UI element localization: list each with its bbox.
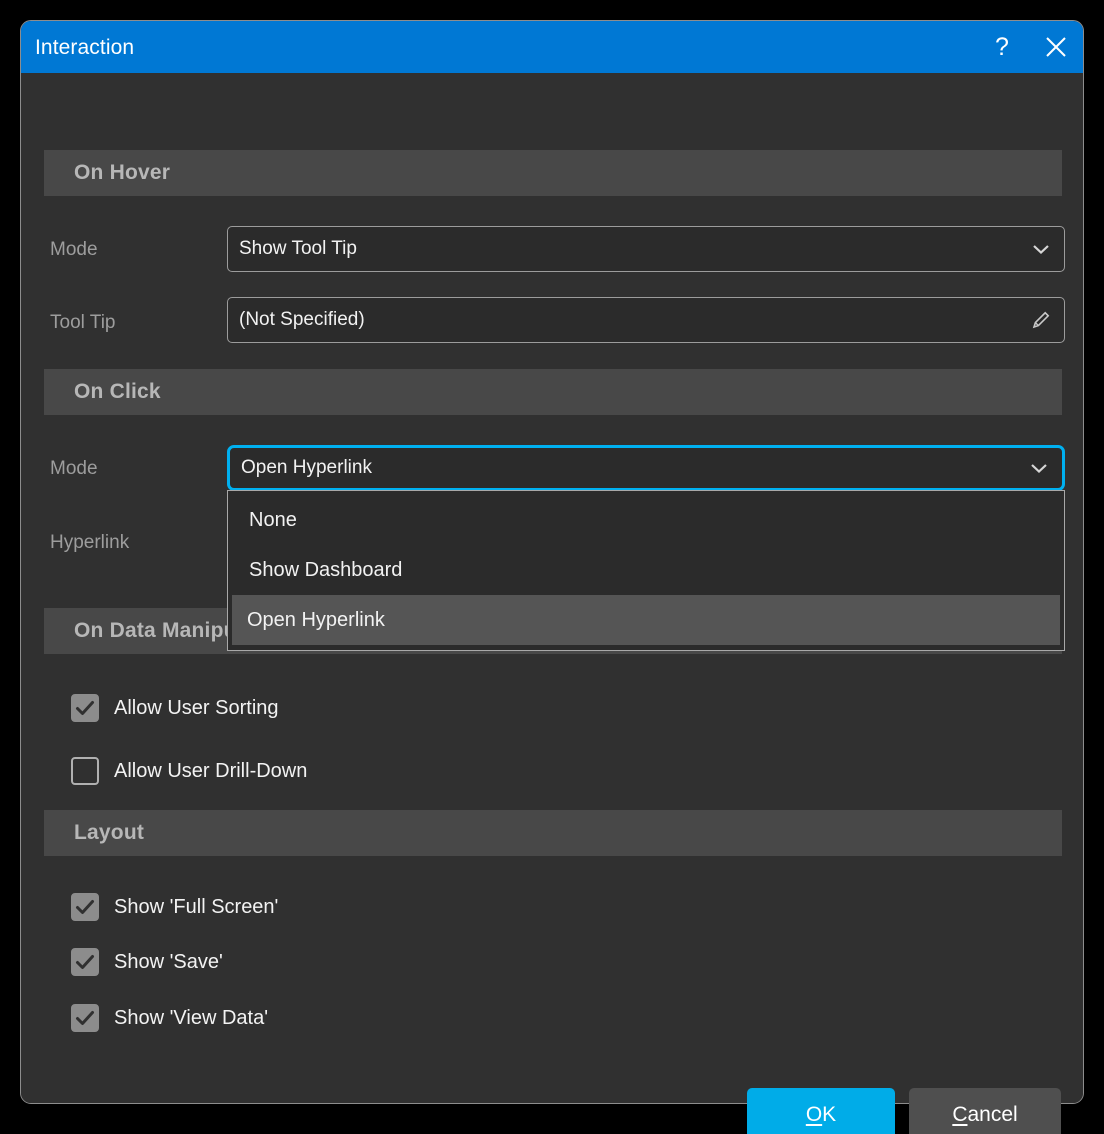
dialog-body: On Hover Mode Show Tool Tip Tool Tip (No… bbox=[21, 73, 1083, 1103]
checkbox-allow-user-sorting[interactable]: Allow User Sorting bbox=[71, 694, 279, 722]
dropdown-option-open-hyperlink[interactable]: Open Hyperlink bbox=[232, 595, 1060, 645]
click-mode-value: Open Hyperlink bbox=[241, 457, 1026, 479]
pencil-edit-icon[interactable] bbox=[1028, 309, 1054, 331]
ok-rest: K bbox=[822, 1103, 836, 1126]
cancel-accel: C bbox=[952, 1103, 967, 1126]
help-button[interactable]: ? bbox=[975, 21, 1029, 73]
checkbox-allow-user-drill-down[interactable]: Allow User Drill-Down bbox=[71, 757, 307, 785]
checkbox-show-view-data[interactable]: Show 'View Data' bbox=[71, 1004, 268, 1032]
hover-mode-combobox[interactable]: Show Tool Tip bbox=[227, 226, 1065, 272]
section-title-on-click: On Click bbox=[74, 380, 161, 404]
screen: Interaction ? On Hover Mode Show Tool Ti… bbox=[0, 0, 1104, 1134]
dropdown-option-show-dashboard[interactable]: Show Dashboard bbox=[232, 545, 1060, 595]
section-title-layout: Layout bbox=[74, 821, 144, 845]
checkbox-label: Show 'Full Screen' bbox=[114, 896, 278, 919]
cancel-rest: ancel bbox=[967, 1103, 1017, 1126]
cancel-button[interactable]: Cancel bbox=[909, 1088, 1061, 1134]
section-header-on-hover: On Hover bbox=[44, 150, 1062, 196]
checkbox-show-full-screen[interactable]: Show 'Full Screen' bbox=[71, 893, 278, 921]
interaction-dialog: Interaction ? On Hover Mode Show Tool Ti… bbox=[20, 20, 1084, 1104]
dropdown-option-label: None bbox=[249, 509, 297, 532]
checkbox-checked-icon[interactable] bbox=[71, 948, 99, 976]
question-mark-icon: ? bbox=[995, 33, 1009, 62]
dropdown-option-label: Show Dashboard bbox=[249, 559, 402, 582]
hover-mode-value: Show Tool Tip bbox=[239, 238, 1028, 260]
label-tool-tip: Tool Tip bbox=[50, 312, 115, 334]
section-header-layout: Layout bbox=[44, 810, 1062, 856]
checkbox-label: Show 'View Data' bbox=[114, 1007, 268, 1030]
checkbox-label: Allow User Drill-Down bbox=[114, 760, 307, 783]
click-mode-dropdown-list[interactable]: None Show Dashboard Open Hyperlink bbox=[227, 490, 1065, 651]
click-mode-combobox[interactable]: Open Hyperlink bbox=[227, 445, 1065, 491]
checkbox-checked-icon[interactable] bbox=[71, 694, 99, 722]
chevron-down-icon[interactable] bbox=[1028, 243, 1054, 255]
checkbox-label: Show 'Save' bbox=[114, 951, 223, 974]
dropdown-option-none[interactable]: None bbox=[232, 495, 1060, 545]
checkbox-label: Allow User Sorting bbox=[114, 697, 279, 720]
section-title-on-hover: On Hover bbox=[74, 161, 170, 185]
chevron-down-icon[interactable] bbox=[1026, 462, 1052, 474]
dialog-titlebar: Interaction ? bbox=[21, 21, 1083, 73]
tool-tip-value: (Not Specified) bbox=[239, 309, 1028, 331]
label-click-mode: Mode bbox=[50, 458, 98, 480]
ok-accel: O bbox=[806, 1103, 822, 1126]
label-hyperlink: Hyperlink bbox=[50, 532, 129, 554]
checkbox-show-save[interactable]: Show 'Save' bbox=[71, 948, 223, 976]
dropdown-option-label: Open Hyperlink bbox=[247, 609, 385, 632]
checkbox-unchecked-icon[interactable] bbox=[71, 757, 99, 785]
checkbox-checked-icon[interactable] bbox=[71, 1004, 99, 1032]
section-header-on-click: On Click bbox=[44, 369, 1062, 415]
label-hover-mode: Mode bbox=[50, 239, 98, 261]
checkbox-checked-icon[interactable] bbox=[71, 893, 99, 921]
ok-button[interactable]: OK bbox=[747, 1088, 895, 1134]
dialog-title: Interaction bbox=[35, 37, 134, 58]
close-icon bbox=[1043, 34, 1069, 60]
tool-tip-field[interactable]: (Not Specified) bbox=[227, 297, 1065, 343]
close-button[interactable] bbox=[1029, 21, 1083, 73]
